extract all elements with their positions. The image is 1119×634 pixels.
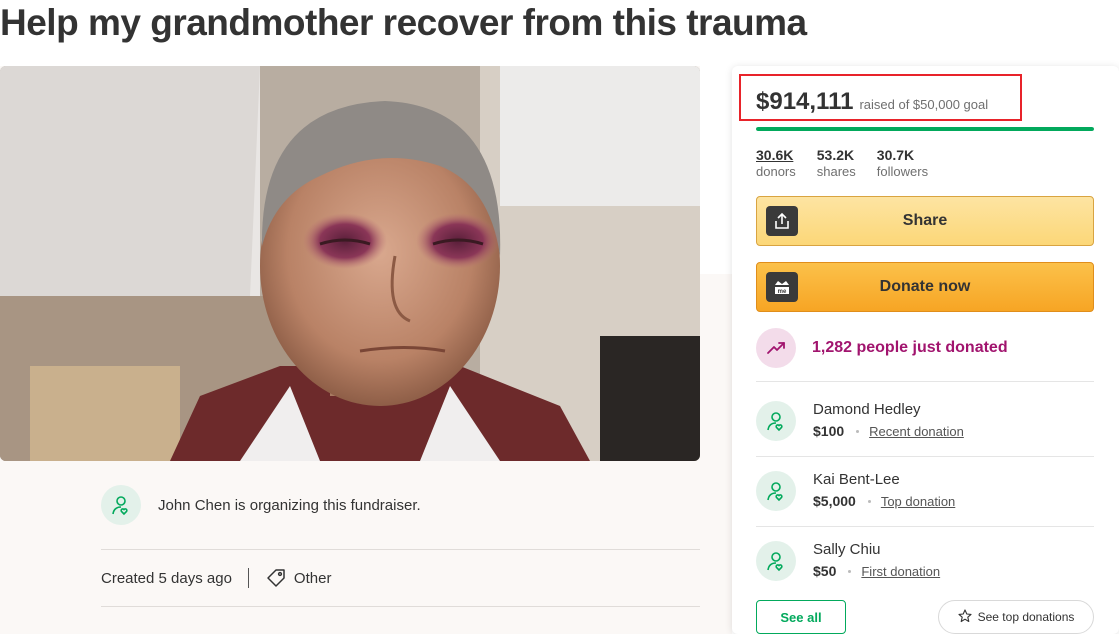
donation-tag[interactable]: First donation xyxy=(861,564,940,579)
donation-amount: $5,000 xyxy=(813,493,856,509)
share-button[interactable]: Share xyxy=(756,196,1094,246)
trending-up-icon xyxy=(756,328,796,368)
donation-item: Kai Bent-Lee $5,000 Top donation xyxy=(756,471,955,511)
donate-label: Donate now xyxy=(879,278,971,295)
stats-row: 30.6K donors 53.2K shares 30.7K follower… xyxy=(756,147,928,179)
donation-item: Sally Chiu $50 First donation xyxy=(756,541,940,581)
page-title: Help my grandmother recover from this tr… xyxy=(0,2,807,43)
donor-name: Kai Bent-Lee xyxy=(813,471,900,488)
organizer-row: John Chen is organizing this fundraiser. xyxy=(101,485,421,525)
progress-bar xyxy=(756,127,1094,131)
see-top-donations-button[interactable]: See top donations xyxy=(938,600,1094,634)
category-link[interactable]: Other xyxy=(294,570,332,587)
dot-separator xyxy=(848,569,852,573)
trend-text: 1,282 people just donated xyxy=(812,339,1008,356)
stat-value: 30.6K xyxy=(756,147,794,163)
highlight-box xyxy=(739,74,1022,121)
fundraiser-photo xyxy=(0,66,700,461)
user-heart-icon xyxy=(101,485,141,525)
donation-tag[interactable]: Recent donation xyxy=(869,424,964,439)
meta-separator xyxy=(247,568,249,588)
upload-icon xyxy=(766,206,798,236)
star-icon xyxy=(958,608,972,626)
dot-separator xyxy=(867,499,871,503)
user-heart-icon xyxy=(756,401,796,441)
divider xyxy=(101,606,700,607)
stat-donors[interactable]: 30.6K donors xyxy=(756,147,796,179)
donate-button[interactable]: me Donate now xyxy=(756,262,1094,312)
see-top-label: See top donations xyxy=(977,610,1075,624)
donation-tag[interactable]: Top donation xyxy=(881,494,955,509)
stat-followers: 30.7K followers xyxy=(877,147,928,179)
user-heart-icon xyxy=(756,471,796,511)
svg-text:me: me xyxy=(778,289,787,295)
see-all-button[interactable]: See all xyxy=(756,600,846,634)
dot-separator xyxy=(856,429,860,433)
organizer-text: John Chen is organizing this fundraiser. xyxy=(158,496,421,514)
divider xyxy=(756,526,1094,527)
divider xyxy=(756,456,1094,457)
share-label: Share xyxy=(902,212,948,229)
stat-label: donors xyxy=(756,164,796,179)
donation-amount: $50 xyxy=(813,563,837,579)
stat-label: shares xyxy=(816,164,856,179)
progress-fill xyxy=(756,127,1094,131)
stat-value: 53.2K xyxy=(816,147,855,163)
donor-name: Damond Hedley xyxy=(813,401,921,418)
user-heart-icon xyxy=(756,541,796,581)
stat-value: 30.7K xyxy=(876,147,915,163)
stat-label: followers xyxy=(876,164,929,179)
divider xyxy=(756,381,1094,382)
gofundme-logo-icon: me xyxy=(766,272,798,302)
created-date: Created 5 days ago xyxy=(101,569,232,587)
divider xyxy=(101,549,700,550)
stat-shares: 53.2K shares xyxy=(817,147,856,179)
tag-icon xyxy=(266,568,286,588)
fundraiser-meta: Created 5 days ago Other xyxy=(101,566,331,590)
trend-row: 1,282 people just donated xyxy=(756,328,1008,368)
donor-name: Sally Chiu xyxy=(813,541,881,558)
donation-item: Damond Hedley $100 Recent donation xyxy=(756,401,964,441)
donation-amount: $100 xyxy=(813,423,845,439)
